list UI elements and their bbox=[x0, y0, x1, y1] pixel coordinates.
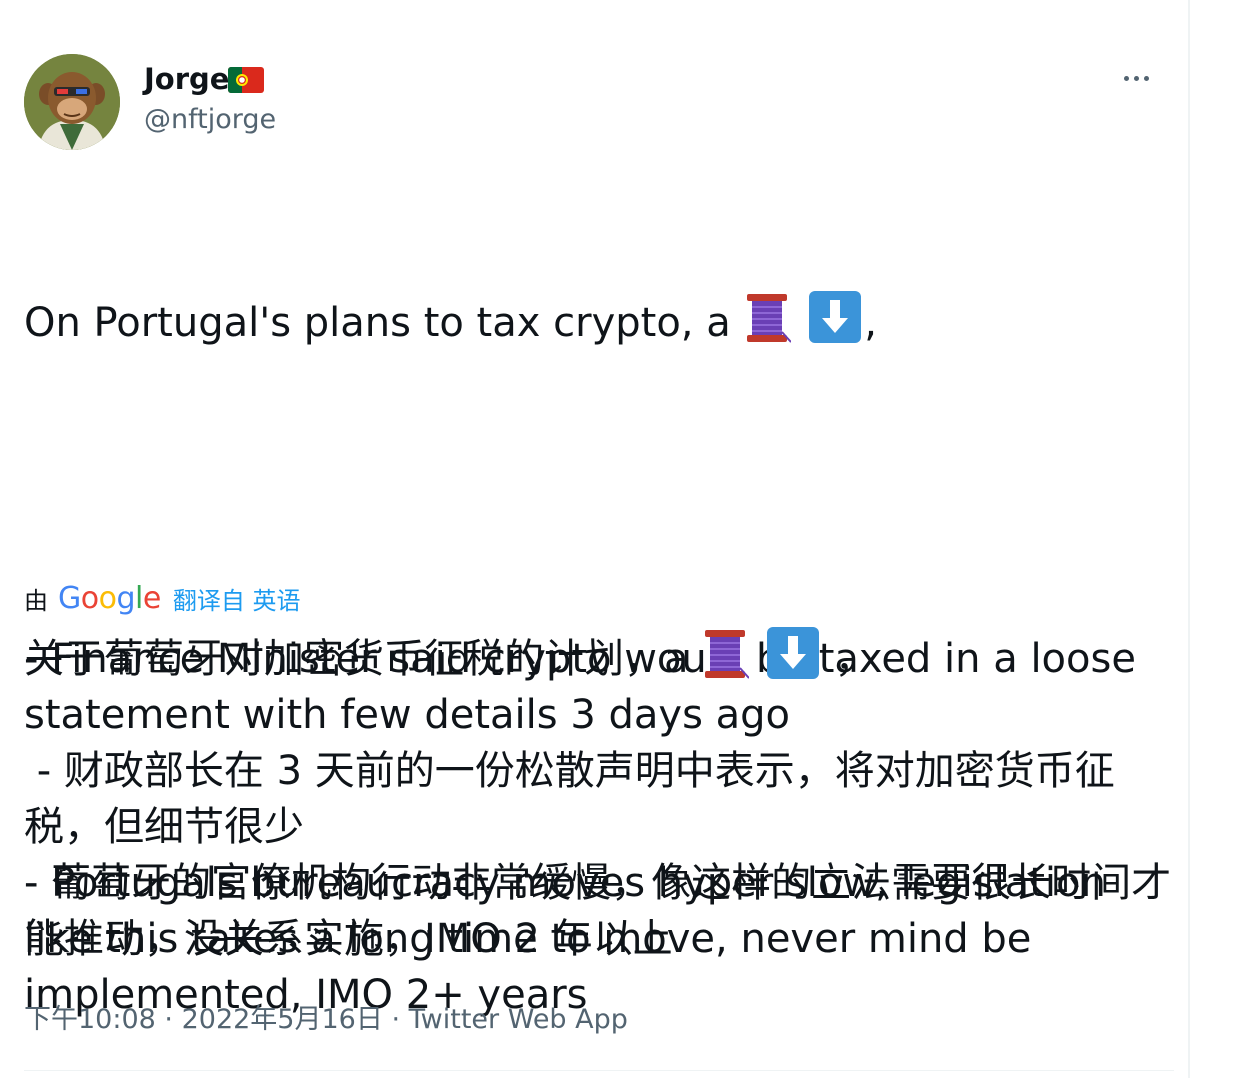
translated-text: 关于葡萄牙对加密货币征税的计划，a ， - 财政部长在 3 天前的一份松散声明中… bbox=[24, 626, 1174, 967]
tweet-meta: 下午10:08 · 2022年5月16日 · Twitter Web App bbox=[24, 997, 628, 1036]
ape-avatar-icon bbox=[24, 54, 120, 150]
portugal-flag-icon bbox=[228, 67, 264, 93]
author-name[interactable]: Jorge bbox=[144, 62, 229, 96]
translated-intro-comma: ， bbox=[834, 636, 875, 682]
author-handle[interactable]: @nftjorge bbox=[144, 104, 276, 135]
down-arrow-button-icon bbox=[809, 291, 862, 343]
spool-of-thread-icon bbox=[705, 630, 750, 679]
meta-separator: · bbox=[391, 1004, 401, 1035]
avatar[interactable] bbox=[24, 54, 120, 150]
translated-intro-line: 关于葡萄牙对加密货币征税的计划，a ， bbox=[24, 626, 1174, 687]
tweet-date[interactable]: 2022年5月16日 bbox=[182, 1004, 383, 1035]
tweet-intro-line: On Portugal's plans to tax crypto, a , bbox=[24, 290, 1174, 351]
down-arrow-button-icon bbox=[766, 627, 819, 679]
tweet-source[interactable]: Twitter Web App bbox=[409, 1004, 628, 1035]
translated-paragraph-2: - 葡萄牙的官僚机构行动非常缓慢，像这样的立法需要很长时间才能推动，没关系实施，… bbox=[24, 860, 1172, 962]
tweet-blank-line bbox=[24, 463, 1174, 519]
tweet-intro-comma: , bbox=[864, 300, 877, 346]
translated-intro-text: 关于葡萄牙对加密货币征税的计划，a bbox=[24, 636, 689, 682]
column-border bbox=[1188, 0, 1190, 1078]
tweet-intro-text: On Portugal's plans to tax crypto, a bbox=[24, 300, 731, 346]
meta-separator: · bbox=[164, 1004, 173, 1035]
tweet-time[interactable]: 下午10:08 bbox=[24, 1004, 156, 1035]
spool-of-thread-icon bbox=[747, 294, 792, 343]
translation-attribution: 由 Google 翻译自 英语 bbox=[24, 578, 300, 618]
divider bbox=[24, 1070, 1174, 1071]
more-horizontal-icon bbox=[1123, 75, 1129, 81]
more-options-button[interactable] bbox=[1114, 60, 1158, 96]
google-logo: Google bbox=[58, 580, 161, 616]
attribution-prefix: 由 bbox=[24, 586, 48, 615]
translated-from-link[interactable]: 翻译自 英语 bbox=[173, 581, 301, 616]
translated-blank-line bbox=[24, 687, 1174, 743]
tweet-header: Jorge @nftjorge bbox=[24, 54, 1164, 150]
translated-paragraph-1: - 财政部长在 3 天前的一份松散声明中表示，将对加密货币征税，但细节很少 bbox=[24, 748, 1115, 850]
